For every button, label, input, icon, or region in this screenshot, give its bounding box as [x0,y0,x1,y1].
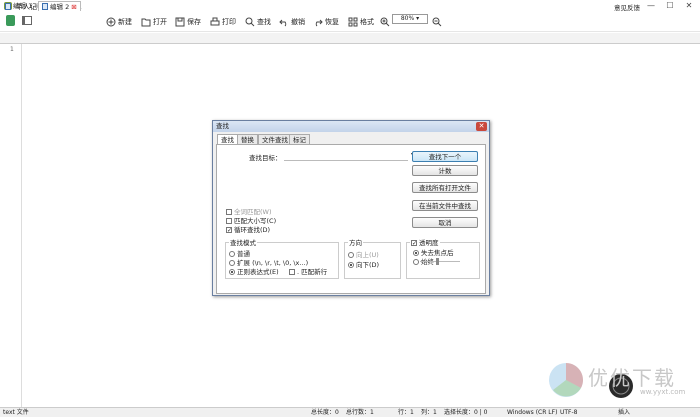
total-lines: 总行数：1 [346,409,374,416]
tab-replace[interactable]: 替换 [237,134,258,144]
encoding[interactable]: UTF-8 [560,408,578,417]
line-number: 1 [10,46,14,53]
undo-label: 撤销 [291,18,305,26]
feedback-link[interactable]: 意见反馈 [614,2,640,12]
redo-label: 恢复 [325,18,339,26]
zoom-value: 80% [400,15,415,22]
opacity-slider[interactable] [406,237,480,279]
direction-up[interactable]: 向上(U) [348,249,379,259]
floppy-icon [175,17,185,27]
wrap-option[interactable]: ✓ 循环查找(D) [226,224,270,234]
format-button[interactable]: 格式 [348,15,374,29]
tab-file-find[interactable]: 文件查找 [258,134,292,144]
undo-button[interactable]: 撤销 [279,15,305,29]
dialog-close-button[interactable]: ✕ [476,122,487,131]
watermark: 优优下载 ww.yyxt.com [548,352,688,402]
new-label: 新建 [118,18,132,26]
radio-selected[interactable] [348,262,354,268]
wrap-label: 循环查找(D) [234,226,271,234]
col-indicator: 列：1 [421,409,437,416]
zoom-select[interactable]: 80% ▾ [392,14,428,24]
checkbox[interactable] [289,269,295,275]
close-button[interactable]: ✕ [682,1,696,11]
dialog-title: 查找 [213,121,489,132]
save-status-icon[interactable] [6,15,15,26]
dialog-body: 查找目标： ▾ 查找下一个 计数 查找所有打开文件 在当前文件中查找 取消 全词… [216,144,486,294]
radio-selected[interactable] [229,269,235,275]
total-length: 总长度：0 [311,409,339,416]
radio[interactable] [348,252,354,258]
document-icon [42,3,48,10]
document-icon [5,2,11,10]
direction-up-label: 向上(U) [356,251,379,259]
dot-newline-option[interactable]: . 匹配新行 [289,266,327,276]
tab-mark[interactable]: 标记 [289,134,310,144]
open-label: 打开 [153,18,167,26]
tab-edit-2[interactable]: 编辑 2 ⊠ [38,1,81,11]
target-label: 查找目标： [249,154,282,162]
watermark-url: ww.yyxt.com [640,388,686,396]
zoom-out-icon [432,17,442,27]
checkbox-checked[interactable]: ✓ [226,227,232,234]
find-label: 查找 [257,18,271,26]
eol-format[interactable]: Windows (CR LF) [507,408,557,417]
find-next-button[interactable]: 查找下一个 [412,151,478,162]
grid-icon [348,17,358,27]
direction-legend: 方向 [349,239,362,247]
open-button[interactable]: 打开 [141,15,167,29]
insert-mode: 插入 [618,409,631,416]
find-dialog: 查找 ✕ 查找 替换 文件查找 标记 查找目标： ▾ 查找下一个 计数 查找所有… [212,120,490,296]
save-button[interactable]: 保存 [175,15,201,29]
file-type: text 文件 [3,409,29,416]
tab-close-icon[interactable]: ⊠ [71,2,76,12]
printer-icon [210,17,220,27]
watermark-text: 优优下载 [588,366,676,390]
row-indicator: 行：1 [398,409,414,416]
redo-button[interactable]: 恢复 [313,15,339,29]
format-label: 格式 [360,18,374,26]
direction-down-label: 向下(D) [356,261,380,269]
mode-regex-label: 正则表达式(E) [237,268,279,276]
print-button[interactable]: 打印 [210,15,236,29]
zoom-out-button[interactable] [432,15,442,29]
tab-label: 编辑 1 [13,2,33,10]
zoom-in-icon [380,17,390,27]
status-bar: text 文件 总长度：0 总行数：1 行：1 列：1 选择长度：0 | 0 W… [0,407,700,417]
dot-newline-label: . 匹配新行 [297,268,328,276]
print-label: 打印 [222,18,236,26]
search-icon [245,17,255,27]
mode-regex[interactable]: 正则表达式(E) [229,266,279,276]
find-all-current-button[interactable]: 在当前文件中查找 [412,200,478,211]
zoom-in-button[interactable] [380,15,390,29]
tab-label: 编辑 2 [50,2,70,11]
redo-icon [313,17,323,27]
direction-down[interactable]: 向下(D) [348,259,379,269]
find-all-open-button[interactable]: 查找所有打开文件 [412,182,478,193]
line-gutter [0,44,22,407]
selection-length: 选择长度：0 | 0 [444,409,488,416]
folder-icon [141,17,151,27]
search-input[interactable] [284,152,408,161]
tab-edit-1[interactable]: 编辑 1 ⊠ [2,1,43,11]
search-mode-legend: 查找模式 [230,239,256,247]
title-bar [0,0,700,12]
count-button[interactable]: 计数 [412,165,478,176]
tab-bar [0,33,700,44]
chevron-down-icon: ▾ [416,15,420,22]
maximize-button[interactable]: ☐ [663,1,677,11]
slider-track [420,261,460,262]
save-label: 保存 [187,18,201,26]
undo-icon [279,17,289,27]
slider-thumb[interactable] [436,258,439,265]
tab-find[interactable]: 查找 [217,134,238,144]
plus-circle-icon [106,17,116,27]
new-button[interactable]: 新建 [106,15,132,29]
find-button[interactable]: 查找 [245,15,271,29]
minimize-button[interactable]: — [644,1,658,11]
layout-icon[interactable] [22,16,32,25]
cancel-button[interactable]: 取消 [412,217,478,228]
